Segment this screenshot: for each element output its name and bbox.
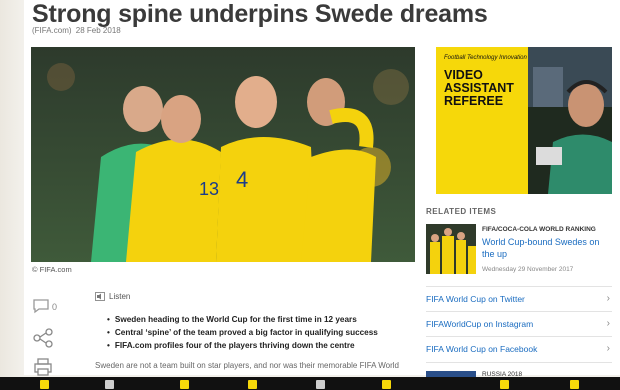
- article-body: Sweden are not a team built on star play…: [95, 361, 399, 370]
- ad-headline: VIDEO ASSISTANT REFEREE: [444, 68, 514, 108]
- image-credit: © FIFA.com: [32, 265, 72, 274]
- chevron-right-icon: ›: [606, 293, 610, 304]
- hero-image: 13 4: [31, 47, 415, 262]
- facebook-link[interactable]: FIFA World Cup on Facebook ›: [426, 336, 612, 360]
- strip-item[interactable]: [40, 380, 49, 389]
- article-date: 28 Feb 2018: [75, 26, 121, 35]
- share-button[interactable]: [33, 328, 53, 353]
- article-meta: (FIFA.com) 28 Feb 2018: [32, 26, 121, 35]
- jersey-number-4: 4: [236, 167, 248, 192]
- jersey-number-13: 13: [199, 179, 219, 199]
- listen-button[interactable]: Listen: [95, 292, 130, 301]
- strip-item[interactable]: [105, 380, 114, 389]
- strip-item[interactable]: [382, 380, 391, 389]
- divider: [426, 362, 612, 363]
- bottom-nav-strip: [0, 377, 620, 390]
- related-item-kicker: FIFA/COCA-COLA WORLD RANKING: [482, 226, 596, 233]
- ad-kicker: Football Technology Innovation: [444, 55, 527, 61]
- instagram-link[interactable]: FIFAWorldCup on Instagram ›: [426, 311, 612, 335]
- comment-count: 0: [52, 302, 58, 312]
- strip-item[interactable]: [570, 380, 579, 389]
- strip-item[interactable]: [316, 380, 325, 389]
- page-title: Strong spine underpins Swede dreams: [32, 0, 488, 28]
- strip-item[interactable]: [180, 380, 189, 389]
- chevron-right-icon: ›: [606, 318, 610, 329]
- highlight-item: Central ‘spine’ of the team proved a big…: [112, 326, 412, 339]
- speaker-icon: [95, 292, 105, 301]
- facebook-link-label: FIFA World Cup on Facebook: [426, 343, 538, 354]
- related-item-date: Wednesday 29 November 2017: [482, 266, 574, 273]
- page-background: [0, 0, 24, 390]
- ad-referee-image: [528, 47, 612, 194]
- twitter-link-label: FIFA World Cup on Twitter: [426, 293, 525, 304]
- related-item-thumbnail[interactable]: [426, 224, 476, 274]
- strip-item[interactable]: [500, 380, 509, 389]
- twitter-link[interactable]: FIFA World Cup on Twitter ›: [426, 286, 612, 310]
- article-highlights: Sweden heading to the World Cup for the …: [112, 313, 412, 352]
- instagram-link-label: FIFAWorldCup on Instagram: [426, 318, 534, 329]
- print-icon: [34, 358, 52, 376]
- highlight-item: Sweden heading to the World Cup for the …: [112, 313, 412, 326]
- comments-button[interactable]: 0: [32, 298, 68, 316]
- strip-item[interactable]: [248, 380, 257, 389]
- share-icon: [33, 328, 53, 348]
- article-source: (FIFA.com): [32, 26, 72, 35]
- listen-label: Listen: [109, 292, 131, 301]
- highlight-item: FIFA.com profiles four of the players th…: [112, 339, 412, 352]
- related-items-heading: RELATED ITEMS: [426, 207, 497, 216]
- comment-icon: [33, 299, 49, 314]
- ad-banner[interactable]: Football Technology Innovation VIDEO ASS…: [436, 47, 612, 194]
- related-item-link[interactable]: World Cup-bound Swedes on the up: [482, 236, 612, 260]
- chevron-right-icon: ›: [606, 343, 610, 354]
